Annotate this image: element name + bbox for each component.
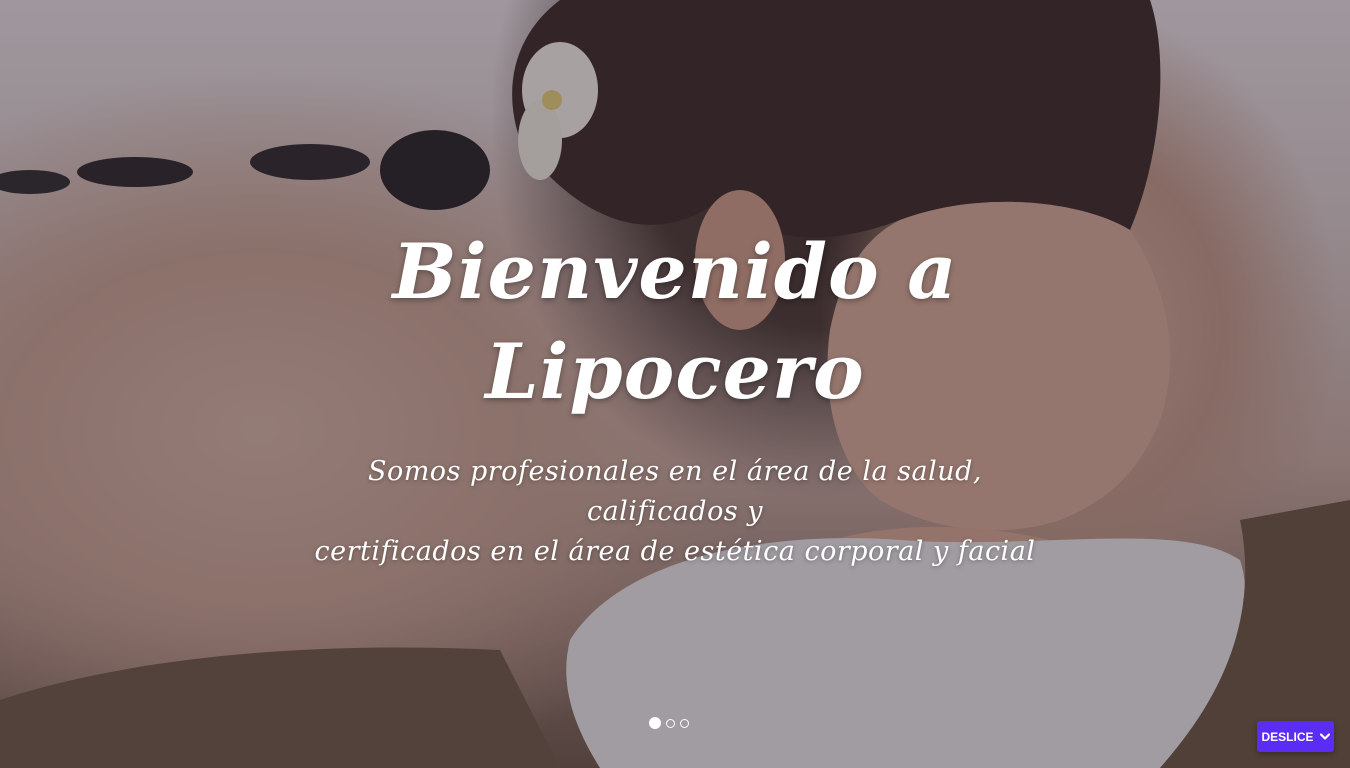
carousel-indicators [649,717,689,729]
hero-content: Bienvenido a Lipocero Somos profesionale… [0,0,1350,768]
hero-title-line1: Bienvenido a [392,227,958,316]
scroll-down-label: DESLICE [1261,729,1314,744]
chevron-down-icon [1319,732,1330,741]
hero-subtitle: Somos profesionales en el área de la sal… [290,452,1060,572]
hero-subtitle-line2: certificados en el área de estética corp… [314,536,1036,567]
hero-slider: Bienvenido a Lipocero Somos profesionale… [0,0,1350,768]
scroll-down-button[interactable]: DESLICE [1257,721,1334,752]
hero-title: Bienvenido a Lipocero [375,222,975,422]
carousel-dot-3[interactable] [680,718,689,728]
carousel-dot-2[interactable] [666,718,675,728]
carousel-dot-1[interactable] [649,717,661,729]
hero-subtitle-line1: Somos profesionales en el área de la sal… [367,456,983,527]
hero-title-line2: Lipocero [485,327,865,416]
